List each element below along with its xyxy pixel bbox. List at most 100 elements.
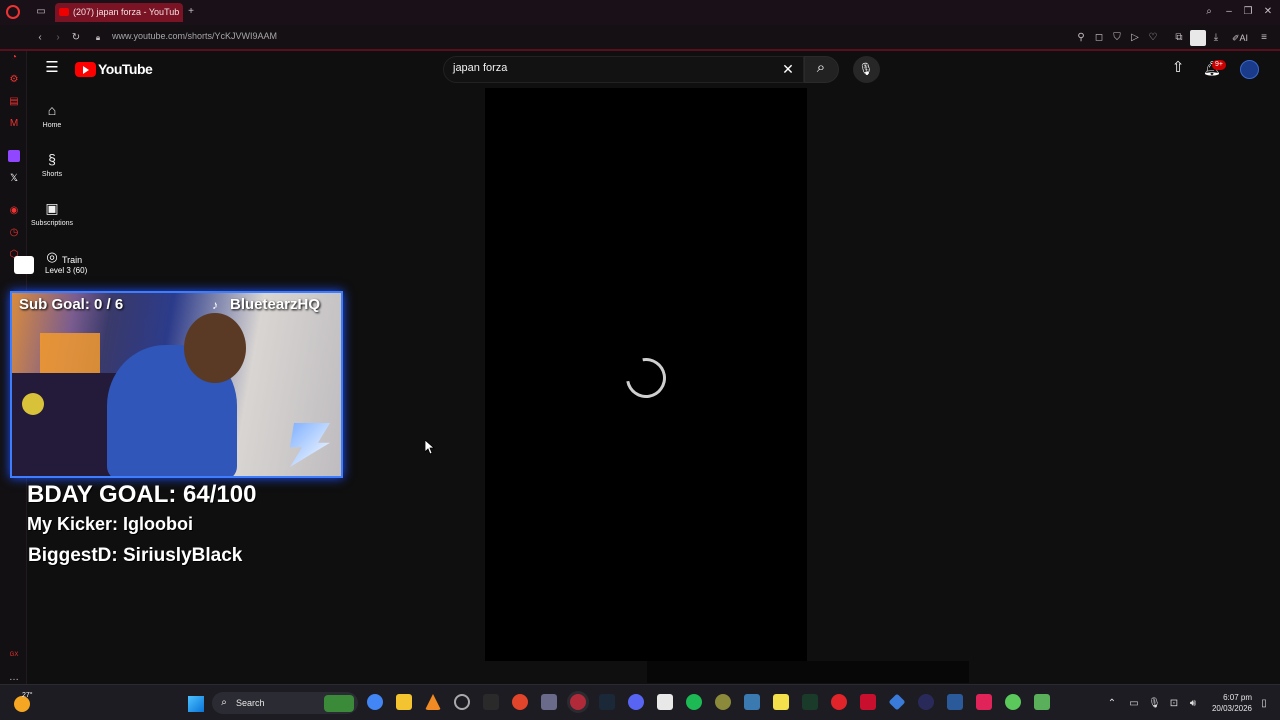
steam-icon[interactable] — [599, 694, 615, 710]
cam-plush — [22, 393, 44, 415]
lock-icon: 🔒︎ — [95, 33, 101, 42]
sidebar-speed-dial-icon[interactable]: ◔ — [7, 51, 21, 65]
clock-date: 20/03/2026 — [1211, 704, 1252, 713]
opera-gx-taskbar-icon[interactable] — [570, 694, 586, 710]
app-lime-icon[interactable] — [1005, 694, 1021, 710]
upload-icon[interactable]: ⇧ — [1170, 60, 1186, 75]
cam-person-head — [184, 313, 246, 383]
app-blue-icon[interactable] — [947, 694, 963, 710]
obs-icon[interactable] — [454, 694, 470, 710]
opera-logo-icon[interactable] — [6, 5, 20, 19]
close-window-icon[interactable]: ✕ — [1261, 5, 1275, 19]
you-icon[interactable]: ◎ — [44, 250, 60, 264]
taskbar-clock[interactable]: 6:07 pm 20/03/2026 — [1212, 692, 1252, 714]
nav-subscriptions[interactable]: ▣ Subscriptions — [27, 200, 77, 227]
app-circle-icon[interactable] — [918, 694, 934, 710]
pin-icon[interactable]: ⚲ — [1075, 31, 1087, 45]
nav-home-label: Home — [42, 122, 62, 129]
tab-youtube[interactable]: (207) japan forza - YouTub — [55, 3, 183, 22]
youtube-favicon-icon — [59, 8, 69, 16]
sidebar-x-icon[interactable]: 𝕏 — [7, 172, 21, 186]
weather-temp: 27° — [22, 692, 33, 699]
taskbar-search-label: Search — [236, 698, 265, 708]
new-tab-button[interactable]: + — [185, 5, 197, 19]
sidebar-player-icon[interactable]: ◉ — [7, 204, 21, 218]
download-icon[interactable]: ⤓ — [1210, 31, 1222, 45]
tray-mic-icon[interactable]: 🎙︎ — [1148, 697, 1161, 711]
youtube-logo-text[interactable]: YouTube — [98, 61, 153, 77]
spotify-icon[interactable] — [686, 694, 702, 710]
search-input-value[interactable]: japan forza — [453, 62, 507, 74]
forward-icon[interactable]: › — [52, 31, 64, 45]
restore-icon[interactable]: ❐ — [1241, 5, 1255, 19]
app-grid-icon[interactable] — [541, 694, 557, 710]
back-icon[interactable]: ‹ — [34, 31, 46, 45]
shorts-icon: § — [48, 151, 56, 167]
extensions-icon[interactable]: ⧉ — [1173, 31, 1185, 45]
app-red-icon[interactable] — [512, 694, 528, 710]
nav-home[interactable]: ⌂ Home — [27, 102, 77, 129]
webcam-overlay — [10, 291, 343, 478]
shield-icon[interactable]: ⛉ — [1111, 31, 1123, 45]
app-green-icon[interactable] — [1034, 694, 1050, 710]
minimize-icon[interactable]: – — [1222, 5, 1236, 19]
tiktok-icon: ♪ — [212, 298, 218, 312]
app-f-icon[interactable] — [860, 694, 876, 710]
play-icon[interactable]: ▷ — [1129, 31, 1141, 45]
logo-play-triangle — [83, 66, 89, 74]
discord-icon[interactable] — [628, 694, 644, 710]
start-button[interactable] — [188, 696, 204, 712]
tray-chevron-icon[interactable]: ⌃ — [1106, 697, 1118, 711]
microphone-icon: 🎙︎ — [858, 62, 874, 76]
nav-shorts-label: Shorts — [41, 171, 63, 178]
clear-search-icon[interactable]: ✕ — [780, 62, 796, 76]
kicker-text: My Kicker: Iglooboi — [27, 514, 194, 534]
taskbar-search-icon: ⌕ — [221, 697, 227, 708]
snapshot-icon[interactable]: ◻ — [1093, 31, 1105, 45]
tab-title: (207) japan forza - YouTub — [73, 7, 180, 17]
app-white-icon[interactable] — [657, 694, 673, 710]
menu-icon[interactable]: ≡ — [1258, 31, 1270, 45]
extension-badge-icon[interactable] — [1190, 30, 1206, 46]
tray-volume-icon[interactable]: 🔊︎ — [1186, 697, 1200, 711]
cam-lamp-glow — [40, 333, 100, 373]
epic-games-icon[interactable] — [483, 694, 499, 710]
ai-icon[interactable]: ✐AI — [1230, 31, 1250, 45]
tab-menu-icon[interactable]: ▭ — [34, 5, 48, 19]
streamer-handle: BluetearzHQ — [230, 296, 321, 313]
heart-icon[interactable]: ♡ — [1147, 31, 1159, 45]
sidebar-more-icon[interactable]: … — [7, 671, 21, 685]
train-level: Level 3 (60) — [45, 266, 88, 275]
train-label: Train — [62, 255, 83, 265]
chrome-icon[interactable] — [367, 694, 383, 710]
tray-device-icon[interactable]: ▭ — [1128, 697, 1140, 711]
app-green-dark-icon[interactable] — [802, 694, 818, 710]
sidebar-messenger-icon[interactable]: M — [7, 117, 21, 131]
sidebar-twitch-icon[interactable] — [8, 150, 20, 162]
sticky-notes-icon[interactable] — [773, 694, 789, 710]
url-field[interactable]: www.youtube.com/shorts/YcKJVWI9AAM — [112, 31, 277, 41]
mouse-cursor-icon — [425, 440, 435, 455]
reload-icon[interactable]: ↻ — [70, 31, 82, 45]
notification-count-badge: 9+ — [1212, 60, 1226, 70]
notification-center-icon[interactable]: ▯ — [1258, 697, 1270, 711]
search-icon: ⌕ — [816, 59, 826, 76]
sidebar-history-icon[interactable]: ◷ — [7, 226, 21, 240]
avatar[interactable] — [1240, 60, 1259, 79]
tray-network-icon[interactable]: ⊡ — [1168, 697, 1180, 711]
train-icon — [14, 256, 34, 274]
photos-icon[interactable] — [744, 694, 760, 710]
tiktok-taskbar-icon[interactable] — [976, 694, 992, 710]
hamburger-menu-icon[interactable]: ☰ — [44, 60, 60, 75]
opera-icon[interactable] — [831, 694, 847, 710]
file-explorer-icon[interactable] — [396, 694, 412, 710]
nav-subscriptions-label: Subscriptions — [30, 220, 74, 227]
app-olive-icon[interactable] — [715, 694, 731, 710]
player-shadow — [647, 661, 969, 683]
bday-goal-text: BDAY GOAL: 64/100 — [27, 481, 257, 508]
sidebar-gx-control-icon[interactable]: ⚙ — [7, 73, 21, 87]
search-tabs-icon[interactable]: ⌕ — [1202, 5, 1216, 19]
sidebar-news-icon[interactable]: ▤ — [7, 95, 21, 109]
nav-shorts[interactable]: § Shorts — [27, 151, 77, 178]
biggest-donor-text: BiggestD: SiriuslyBlack — [28, 545, 243, 566]
